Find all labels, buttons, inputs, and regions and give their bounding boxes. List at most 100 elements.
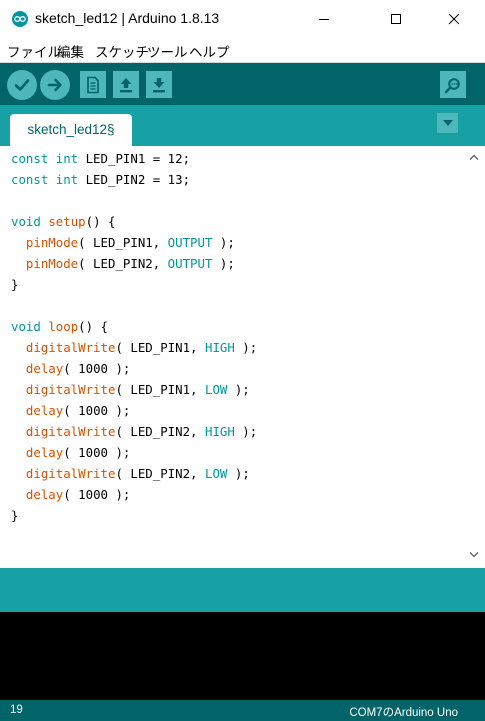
window-title: sketch_led12 | Arduino 1.8.13 (35, 10, 220, 26)
menu-sketch[interactable]: スケッチ (95, 41, 149, 61)
verify-button[interactable] (7, 70, 37, 100)
code-line: delay( 1000 ); (11, 400, 130, 421)
code-token-const: HIGH (204, 340, 235, 355)
scroll-up-button[interactable] (464, 148, 483, 165)
code-token: ( 1000 ); (63, 487, 131, 502)
code-line: const int LED_PIN2 = 13; (11, 169, 190, 190)
toolbar (0, 63, 485, 105)
code-token-func: pinMode (25, 256, 79, 271)
code-token-type: void (11, 319, 41, 334)
code-token-func: digitalWrite (25, 340, 116, 355)
code-token-func: delay (25, 487, 64, 502)
save-button[interactable] (146, 71, 172, 98)
code-token-func: digitalWrite (25, 466, 116, 481)
code-token: ( LED_PIN1, (78, 235, 168, 250)
close-button[interactable] (431, 0, 477, 38)
code-token-type: const int (11, 151, 79, 166)
line-number: 19 (10, 704, 23, 716)
menu-file[interactable]: ファイル (7, 41, 61, 61)
code-token: ( LED_PIN2, (115, 466, 205, 481)
code-line: pinMode( LED_PIN2, OUTPUT ); (11, 253, 235, 274)
code-token-const: OUTPUT (167, 256, 213, 271)
code-token: ( LED_PIN1, (115, 382, 205, 397)
code-token: ( LED_PIN2, (115, 424, 205, 439)
scroll-down-icon (469, 551, 478, 557)
maximize-button[interactable] (373, 0, 419, 38)
menu-help[interactable]: ヘルプ (189, 41, 230, 61)
code-token-const: HIGH (204, 424, 235, 439)
tab-label: sketch_led12§ (27, 122, 115, 137)
minimize-button[interactable] (301, 0, 347, 38)
open-icon (120, 77, 132, 92)
code-token: ( LED_PIN2, (78, 256, 168, 271)
code-token-func: digitalWrite (25, 424, 116, 439)
code-line: delay( 1000 ); (11, 484, 130, 505)
code-token-func: delay (25, 361, 64, 376)
menu-edit[interactable]: 編集 (57, 41, 84, 61)
new-button[interactable] (80, 71, 106, 98)
upload-button[interactable] (40, 70, 70, 100)
code-line: } (11, 505, 18, 526)
code-token-func: setup (48, 214, 86, 229)
maximize-icon (391, 14, 401, 24)
code-token: ); (227, 466, 250, 481)
code-line: delay( 1000 ); (11, 442, 130, 463)
code-token: ( LED_PIN1, (115, 340, 205, 355)
board-port-info: COM7のArduino Uno (349, 707, 458, 719)
code-line: delay( 1000 ); (11, 358, 130, 379)
code-line: digitalWrite( LED_PIN2, HIGH ); (11, 421, 257, 442)
code-token-type: const int (11, 172, 79, 187)
code-line: digitalWrite( LED_PIN1, LOW ); (11, 379, 250, 400)
scroll-down-button[interactable] (464, 546, 483, 563)
code-token-const: OUTPUT (167, 235, 213, 250)
code-line: digitalWrite( LED_PIN2, LOW ); (11, 463, 250, 484)
tab-menu-button[interactable] (437, 113, 458, 133)
code-line: pinMode( LED_PIN1, OUTPUT ); (11, 232, 235, 253)
code-token-const: LOW (204, 382, 228, 397)
code-token-func: delay (25, 445, 64, 460)
scroll-up-icon (469, 154, 478, 160)
code-token: ); (212, 235, 235, 250)
code-token-func: delay (25, 403, 64, 418)
code-token: ( 1000 ); (63, 361, 131, 376)
save-icon (153, 77, 165, 92)
code-token: ( 1000 ); (63, 445, 131, 460)
serial-monitor-button[interactable] (440, 71, 466, 98)
menu-bar: ファイル 編集 スケッチ ツール ヘルプ (0, 38, 485, 63)
tab-menu-arrow-icon (442, 120, 453, 126)
console-output[interactable] (0, 612, 485, 700)
code-editor[interactable]: const int LED_PIN1 = 12; const int LED_PI… (2, 146, 463, 566)
code-token: () { (85, 214, 116, 229)
minimize-icon (319, 19, 329, 20)
code-token: ); (227, 382, 250, 397)
code-line: void setup() { (11, 211, 115, 232)
footer-bar: 19 COM7のArduino Uno (0, 700, 485, 721)
code-token: LED_PIN1 = 12; (78, 151, 191, 166)
code-token-func: pinMode (25, 235, 79, 250)
open-button[interactable] (113, 71, 139, 98)
code-token: ( 1000 ); (63, 403, 131, 418)
code-line: const int LED_PIN1 = 12; (11, 148, 190, 169)
code-token: ); (212, 256, 235, 271)
code-token-func: loop (48, 319, 79, 334)
menu-tools[interactable]: ツール (147, 41, 188, 61)
tab-sketch-led12[interactable]: sketch_led12§ (10, 114, 132, 146)
code-token: } (11, 508, 19, 523)
vertical-scrollbar[interactable] (464, 146, 483, 566)
code-token: } (11, 277, 19, 292)
arduino-logo-icon (12, 11, 28, 27)
code-token: () { (78, 319, 108, 334)
close-icon (448, 13, 460, 25)
new-icon (87, 76, 99, 93)
code-token-type: void (11, 214, 41, 229)
verify-icon (14, 79, 30, 91)
code-line: void loop() { (11, 316, 108, 337)
